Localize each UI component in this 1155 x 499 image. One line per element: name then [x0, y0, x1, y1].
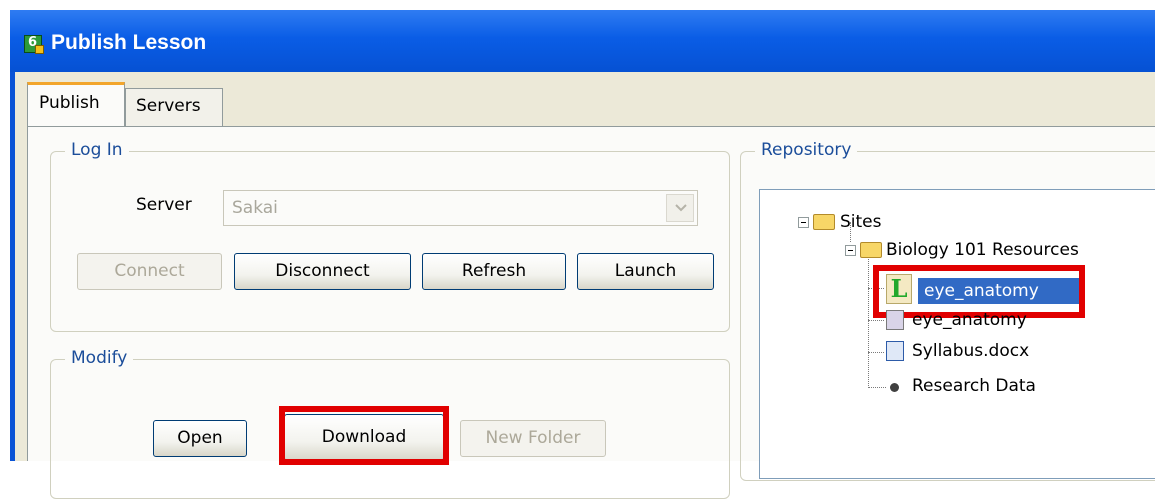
folder-open-icon [813, 214, 835, 230]
collapse-icon[interactable] [845, 245, 856, 256]
publish-tab-panel: Log In Server Sakai Connect Disconnect R… [27, 126, 1155, 499]
refresh-button[interactable]: Refresh [422, 253, 566, 290]
collapse-icon[interactable] [798, 217, 809, 228]
tree-node-label: Research Data [912, 376, 1036, 396]
login-group-label: Log In [65, 140, 129, 160]
modify-group-label: Modify [65, 348, 134, 368]
server-label: Server [136, 195, 192, 215]
repository-group: Repository Sites Biology 101 Resources L… [740, 140, 1155, 481]
tree-connector [868, 387, 886, 388]
modify-group: Modify Open Download New Folder [50, 348, 730, 499]
repository-tree[interactable]: Sites Biology 101 Resources L eye_anatom… [759, 189, 1155, 479]
chevron-down-icon[interactable] [666, 194, 694, 222]
tree-node-label: Sites [840, 212, 882, 232]
tree-node-research-data[interactable]: Research Data [912, 373, 1112, 399]
app-icon [24, 35, 44, 54]
tree-connector [868, 352, 884, 353]
tab-publish[interactable]: Publish [27, 82, 125, 128]
dialog-body: Publish Servers Log In Server Sakai Conn… [15, 72, 1155, 499]
server-select[interactable]: Sakai [223, 190, 698, 226]
tree-node-eye-anatomy-package[interactable]: eye_anatomy [912, 307, 1112, 333]
open-button[interactable]: Open [153, 420, 247, 457]
tree-node-sites[interactable]: Sites [840, 209, 990, 235]
window-title: Publish Lesson [51, 31, 207, 54]
tree-node-label: eye_anatomy [912, 310, 1027, 330]
tab-strip: Publish Servers [15, 72, 1155, 128]
download-highlight-box [279, 406, 449, 465]
tree-connector [868, 320, 884, 321]
login-group: Log In Server Sakai Connect Disconnect R… [50, 140, 730, 332]
tree-node-label: Syllabus.docx [912, 341, 1030, 361]
launch-button[interactable]: Launch [577, 253, 714, 290]
package-icon [886, 310, 904, 330]
tab-servers[interactable]: Servers [125, 88, 223, 127]
connect-button[interactable]: Connect [77, 253, 222, 290]
folder-open-icon [860, 242, 882, 258]
tree-node-label: Biology 101 Resources [886, 240, 1079, 260]
word-document-icon [886, 341, 904, 361]
bullet-icon [890, 383, 899, 392]
tree-connector [868, 250, 869, 388]
publish-lesson-window: Publish Lesson Publish Servers Log In Se… [10, 10, 1155, 499]
new-folder-button[interactable]: New Folder [460, 420, 606, 457]
server-select-value: Sakai [232, 198, 278, 218]
tree-node-biology-101-resources[interactable]: Biology 101 Resources [886, 237, 1155, 263]
tree-node-syllabus[interactable]: Syllabus.docx [912, 338, 1112, 364]
repository-group-label: Repository [755, 140, 858, 160]
disconnect-button[interactable]: Disconnect [234, 253, 411, 290]
title-bar[interactable]: Publish Lesson [10, 10, 1155, 72]
